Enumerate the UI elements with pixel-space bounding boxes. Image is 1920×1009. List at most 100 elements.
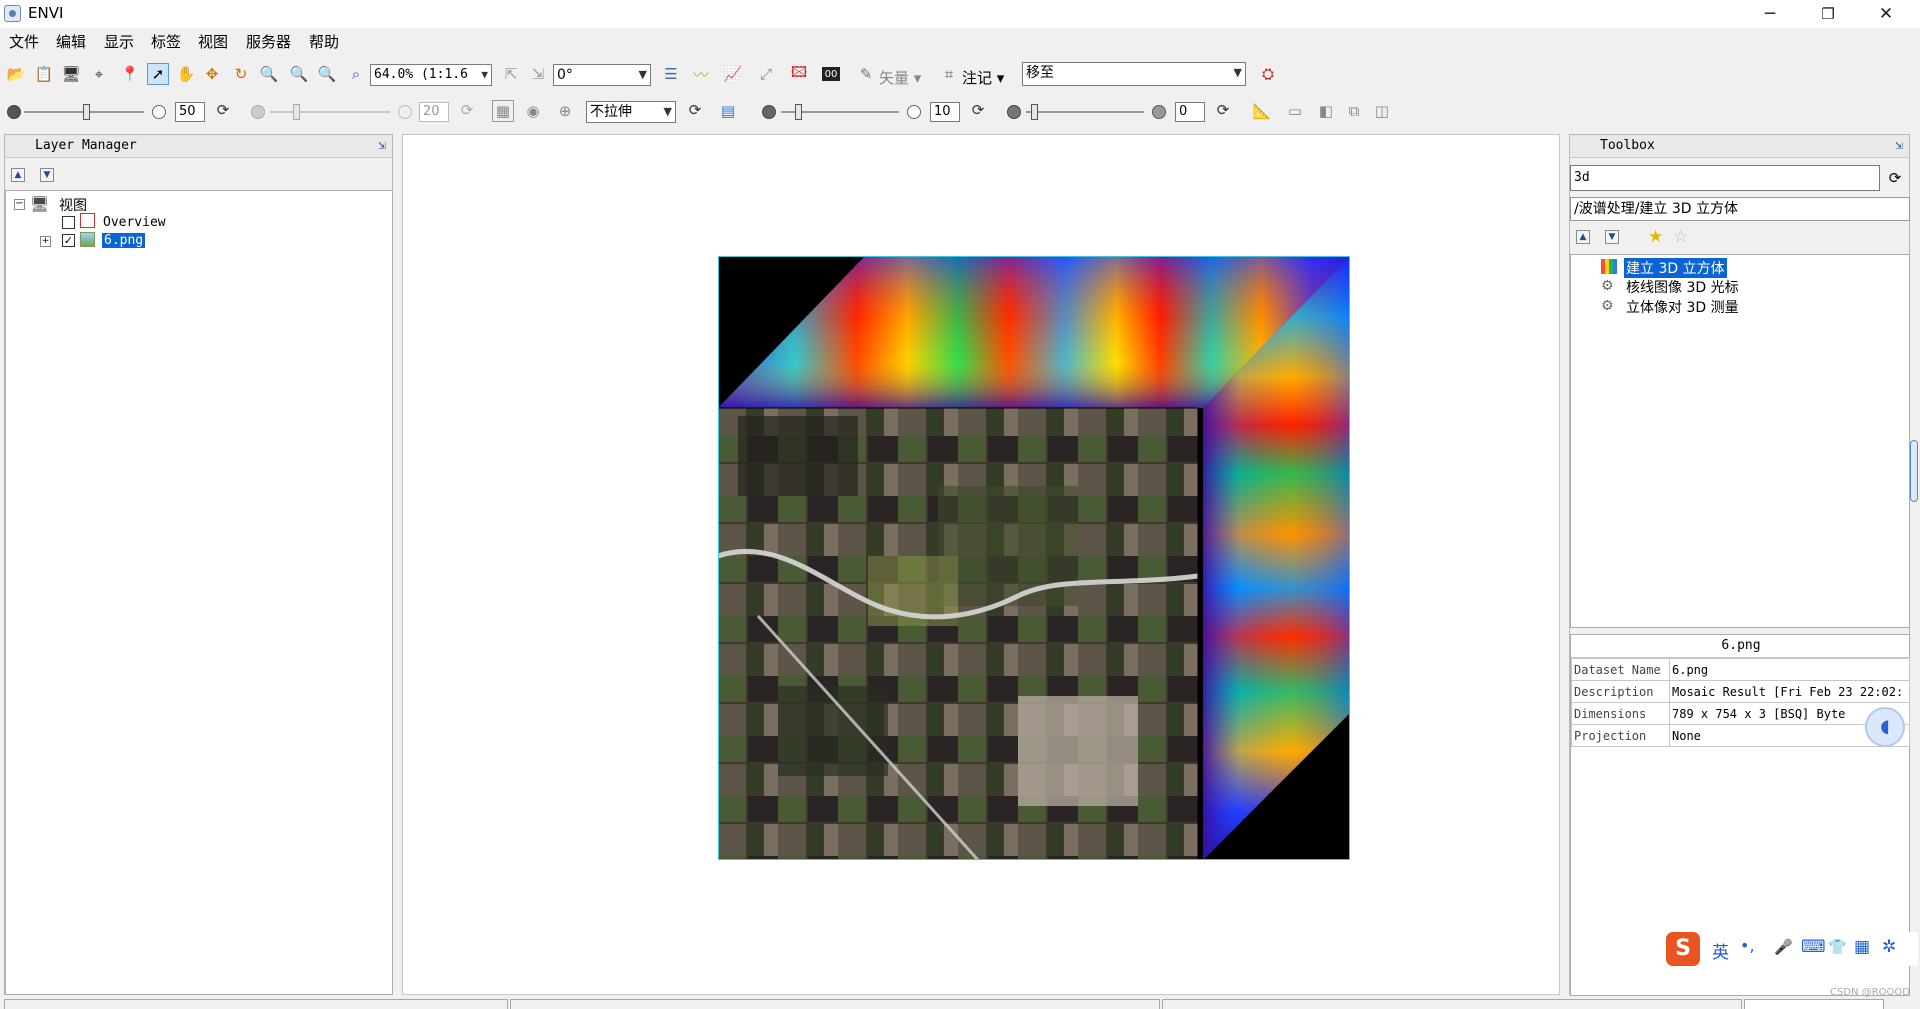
apps-grid-icon[interactable]: ▦ [1854, 937, 1870, 957]
layer-item-6png[interactable]: 6.png [102, 233, 146, 248]
skin-icon[interactable]: 👕 [1828, 938, 1847, 956]
annotation-menu[interactable]: 注记 ▾ [962, 67, 1004, 88]
opacity-field[interactable]: 0 [1175, 102, 1205, 122]
toolbox-search-input[interactable]: 3d [1570, 165, 1880, 191]
portal-icon[interactable]: ▭ [1284, 100, 1306, 122]
crosshair-tool-icon[interactable]: ⤢ [755, 63, 777, 85]
transparency-field[interactable]: 20 [419, 102, 449, 122]
image-view[interactable] [402, 134, 1560, 995]
favorite-star-icon[interactable]: ★ [1648, 227, 1663, 247]
opacity-slider[interactable] [1026, 111, 1144, 113]
flicker-icon[interactable]: 〰 [690, 63, 712, 85]
favorite-star-empty-icon[interactable]: ☆ [1673, 227, 1688, 247]
ime-settings-icon[interactable]: ✲ [1882, 937, 1896, 957]
open-file-icon[interactable]: 📂 [5, 63, 27, 85]
brightness-field[interactable]: 50 [175, 102, 205, 122]
swipe-icon[interactable]: ☰ [660, 63, 682, 85]
counter-icon[interactable]: 00 [822, 67, 840, 81]
menu-view[interactable]: 视图 [198, 31, 228, 52]
minimize-button[interactable]: ─ [1742, 0, 1798, 28]
menu-help[interactable]: 帮助 [309, 31, 339, 52]
sharpen-slider-thumb[interactable] [795, 104, 802, 120]
tree-root-label[interactable]: 视图 [59, 195, 87, 215]
refresh-search-icon[interactable]: ⟳ [1884, 167, 1906, 189]
view-flicker-icon[interactable]: ⧉ [1343, 100, 1365, 122]
brightness-slider-thumb[interactable] [83, 104, 90, 120]
go-to-location-icon[interactable]: ⛭ [1257, 63, 1279, 85]
color-table-icon[interactable]: ▤ [717, 100, 739, 122]
expand-all-icon[interactable]: ▼ [1605, 230, 1619, 244]
tree-expand-icon[interactable]: + [40, 236, 51, 247]
microphone-icon[interactable]: 🎤 [1774, 938, 1793, 956]
metadata-key: Description [1571, 680, 1670, 703]
display-icon[interactable]: 🖥 [60, 63, 82, 85]
annotation-icon[interactable]: ⌗ [938, 63, 960, 85]
stretch-region-icon[interactable]: ◉ [522, 100, 544, 122]
reset-transparency-icon[interactable]: ⟳ [456, 99, 478, 121]
rotate-right-icon[interactable]: ⇲ [527, 63, 549, 85]
ruler-icon[interactable]: 📐 [1251, 100, 1273, 122]
collapse-all-icon[interactable]: ▲ [1576, 230, 1590, 244]
menu-edit[interactable]: 编辑 [56, 31, 86, 52]
stretch-dropdown[interactable]: 不拉伸 ▼ [586, 101, 676, 123]
tool-stereo-3d-measure[interactable]: 立体像对 3D 测量 [1626, 297, 1739, 317]
menu-label[interactable]: 标签 [151, 31, 181, 52]
dock-icon[interactable]: ⇲ [378, 135, 386, 157]
sharpen-field[interactable]: 10 [930, 102, 960, 122]
tool-epipolar-3d-cursor[interactable]: 核线图像 3D 光标 [1626, 277, 1739, 297]
metadata-value: Mosaic Result [Fri Feb 23 22:02: [1669, 680, 1910, 703]
data-manager-icon[interactable]: 📋 [33, 63, 55, 85]
view-blend-icon[interactable]: ◧ [1315, 100, 1337, 122]
stretch-type-icon[interactable]: ▦ [492, 100, 514, 122]
pan-hand-icon[interactable]: ✋ [175, 63, 197, 85]
png-layer-checkbox[interactable]: ✓ [62, 234, 75, 247]
stretch-target-icon[interactable]: ⊕ [554, 100, 576, 122]
dock-icon[interactable]: ⇲ [1895, 135, 1903, 157]
side-scrollbar-handle[interactable] [1910, 440, 1918, 502]
rotate-icon[interactable]: ↻ [230, 63, 252, 85]
tool-build-3d-cube[interactable]: 建立 3D 立方体 [1624, 258, 1727, 278]
layer-item-overview[interactable]: Overview [103, 215, 166, 230]
sogou-logo-icon[interactable]: S [1666, 932, 1700, 966]
tree-collapse-icon[interactable]: − [14, 199, 25, 210]
menu-display[interactable]: 显示 [104, 31, 134, 52]
zoom-box-icon[interactable]: ⌕ [345, 63, 367, 85]
reset-opacity-icon[interactable]: ⟳ [1212, 99, 1234, 121]
reset-brightness-icon[interactable]: ⟳ [212, 99, 234, 121]
overview-checkbox[interactable] [62, 216, 75, 229]
expand-all-icon[interactable]: ▼ [40, 168, 54, 182]
punctuation-icon[interactable]: •, [1740, 936, 1755, 955]
transparency-low-icon [251, 105, 265, 119]
select-cursor-icon[interactable]: ➚ [147, 63, 169, 85]
floating-assistant-icon[interactable]: ◖ [1865, 707, 1905, 747]
reset-sharpen-icon[interactable]: ⟳ [967, 99, 989, 121]
vector-icon[interactable]: ✎ [855, 63, 877, 85]
menu-file[interactable]: 文件 [9, 31, 39, 52]
fly-icon[interactable]: ✥ [201, 63, 223, 85]
rotate-left-icon[interactable]: ⇱ [500, 63, 522, 85]
chip-icon[interactable]: 🖾 [788, 63, 810, 85]
menu-server[interactable]: 服务器 [246, 31, 291, 52]
transparency-slider[interactable] [270, 111, 390, 113]
ime-language-toggle[interactable]: 英 [1712, 938, 1729, 963]
vector-menu[interactable]: 矢量 ▾ [879, 67, 921, 88]
opacity-slider-thumb[interactable] [1031, 104, 1038, 120]
keyboard-icon[interactable]: ⌨ [1801, 937, 1826, 957]
reset-stretch-icon[interactable]: ⟳ [684, 99, 706, 121]
zoom-dropdown[interactable]: 64.0% (1:1.6 ▼ [370, 64, 492, 86]
view-swipe-icon[interactable]: ◫ [1371, 100, 1393, 122]
zoom-out-icon[interactable]: 🔍 [316, 63, 338, 85]
status-bar-dropdown[interactable] [1744, 999, 1884, 1009]
close-button[interactable]: ✕ [1858, 0, 1914, 28]
zoom-fit-icon[interactable]: 🔍 [258, 63, 280, 85]
layer-manager-title: Layer Manager [35, 138, 137, 153]
zoom-in-icon[interactable]: 🔍 [288, 63, 310, 85]
pin-icon[interactable]: 📍 [119, 63, 141, 85]
transparency-slider-thumb[interactable] [293, 104, 300, 120]
goto-dropdown[interactable]: 移至 ▼ [1022, 62, 1246, 86]
profile-icon[interactable]: 📈 [722, 63, 744, 85]
maximize-button[interactable]: ❐ [1800, 0, 1856, 28]
rotation-dropdown[interactable]: 0° ▼ [553, 64, 651, 86]
crosshair-icon[interactable]: ⌖ [88, 63, 110, 85]
collapse-all-icon[interactable]: ▲ [11, 168, 25, 182]
